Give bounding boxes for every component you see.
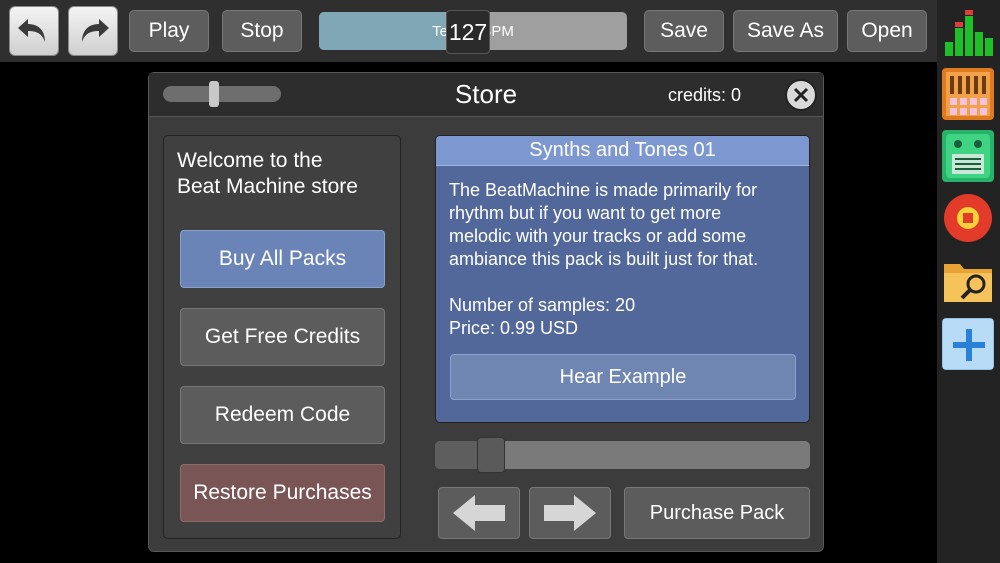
welcome-line: Beat Machine store	[177, 175, 358, 198]
right-sidebar	[937, 0, 1000, 563]
pack-page-slider-knob[interactable]	[477, 437, 505, 473]
description-line: melodic with your tracks or add some	[449, 226, 747, 246]
arrow-left-icon	[453, 495, 505, 531]
pack-description: The BeatMachine is made primarily for rh…	[449, 179, 799, 271]
previous-pack-button[interactable]	[438, 487, 520, 539]
redo-icon	[82, 19, 109, 42]
store-dialog: Store credits: 0 Welcome to the Beat Mac…	[148, 72, 824, 552]
pack-samples: Number of samples: 20	[449, 295, 636, 315]
welcome-line: Welcome to the	[177, 149, 323, 172]
synth-icon	[946, 134, 990, 178]
undo-icon	[18, 19, 45, 42]
pack-detail: Synths and Tones 01 The BeatMachine is m…	[435, 135, 810, 423]
pack-meta: Number of samples: 20 Price: 0.99 USD	[449, 294, 635, 340]
buy-all-packs-button[interactable]: Buy All Packs	[180, 230, 385, 288]
redo-button[interactable]	[68, 6, 118, 56]
pack-price: Price: 0.99 USD	[449, 318, 579, 338]
store-header: Store credits: 0	[149, 73, 823, 117]
tempo-value[interactable]: 127	[446, 10, 490, 54]
next-pack-button[interactable]	[529, 487, 611, 539]
pack-title: Synths and Tones 01	[436, 136, 809, 166]
level-meter-icon	[945, 10, 993, 56]
close-icon	[793, 87, 809, 103]
sidebar-item-mixer[interactable]	[942, 8, 994, 60]
redeem-code-button[interactable]: Redeem Code	[180, 386, 385, 444]
purchase-pack-button[interactable]: Purchase Pack	[624, 487, 810, 539]
description-line: rhythm but if you want to get more	[449, 203, 722, 223]
open-button[interactable]: Open	[847, 10, 927, 52]
save-button[interactable]: Save	[644, 10, 724, 52]
sidebar-item-record[interactable]	[942, 192, 994, 244]
hear-example-button[interactable]: Hear Example	[450, 354, 796, 400]
sidebar-item-synth[interactable]	[942, 130, 994, 182]
undo-button[interactable]	[9, 6, 59, 56]
save-as-button[interactable]: Save As	[733, 10, 838, 52]
pack-page-slider[interactable]	[435, 437, 810, 473]
add-icon	[953, 329, 985, 361]
description-line: The BeatMachine is made primarily for	[449, 180, 758, 200]
folder-search-icon	[944, 264, 992, 302]
credits-label: credits: 0	[667, 85, 741, 105]
close-button[interactable]	[785, 79, 817, 111]
get-free-credits-button[interactable]: Get Free Credits	[180, 308, 385, 366]
drum-pad-icon	[946, 72, 990, 116]
welcome-text: Welcome to the Beat Machine store	[177, 148, 358, 200]
play-button[interactable]: Play	[129, 10, 209, 52]
arrow-right-icon	[544, 495, 596, 531]
stop-button[interactable]: Stop	[222, 10, 302, 52]
sidebar-item-drum-pad[interactable]	[942, 68, 994, 120]
restore-purchases-button[interactable]: Restore Purchases	[180, 464, 385, 522]
record-icon	[944, 194, 992, 242]
description-line: ambiance this pack is built just for tha…	[449, 249, 759, 269]
top-toolbar: Play Stop Tempo BPM 127 Save Save As Ope…	[0, 0, 937, 62]
sidebar-item-browse[interactable]	[942, 254, 994, 306]
store-menu: Welcome to the Beat Machine store Buy Al…	[163, 135, 401, 539]
sidebar-item-add[interactable]	[942, 318, 994, 370]
